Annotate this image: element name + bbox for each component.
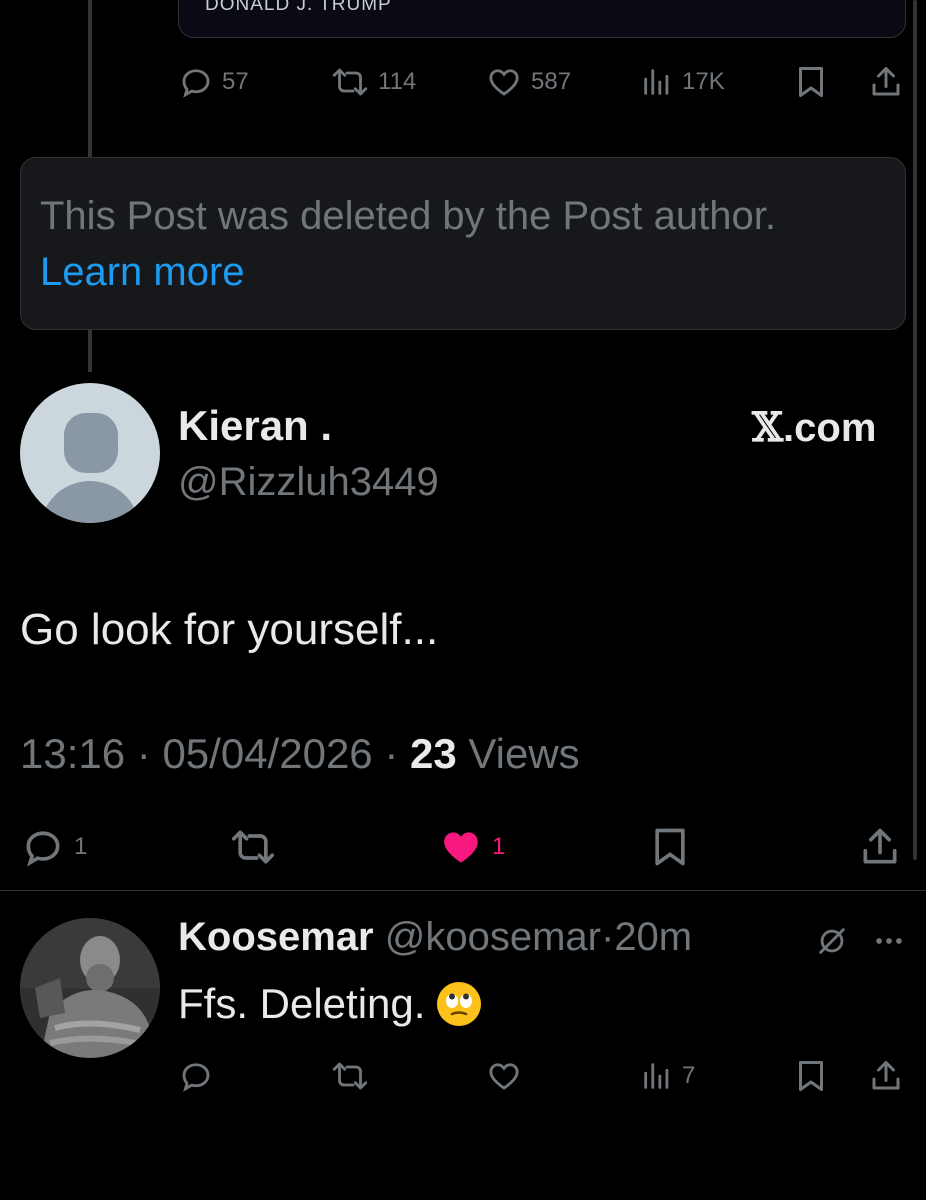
share-action[interactable] <box>858 825 902 869</box>
bookmark-action[interactable] <box>795 1058 827 1094</box>
like-action[interactable]: 587 <box>485 64 571 100</box>
heart-filled-icon <box>444 832 478 863</box>
repost-icon <box>231 830 275 864</box>
bookmark-action[interactable] <box>650 825 690 869</box>
reply-count: 1 <box>74 833 88 860</box>
share-icon <box>872 67 900 96</box>
reply-action[interactable]: 1 <box>20 825 87 869</box>
scrollbar[interactable] <box>913 0 917 860</box>
grok-icon[interactable] <box>815 924 849 963</box>
user-handle[interactable]: @Rizzluh3449 <box>178 460 439 505</box>
reply-text: Ffs. Deleting. <box>178 980 426 1027</box>
reply-header: Koosemar @koosemar·20m <box>178 915 692 960</box>
reply-icon <box>182 1063 210 1092</box>
default-avatar-body <box>40 481 140 523</box>
x-logo-icon: 𝕏 <box>752 404 784 451</box>
repost-action[interactable] <box>228 825 278 869</box>
thread-line-bottom <box>88 328 92 372</box>
reply-text-line: Ffs. Deleting. <box>178 980 482 1028</box>
bookmark-icon <box>655 828 685 866</box>
profile-photo <box>20 918 160 1058</box>
heart-icon <box>489 69 519 96</box>
default-avatar-head <box>64 413 118 473</box>
reply-icon <box>182 69 210 98</box>
post-metadata: 13:16 · 05/04/2026 · 23 Views <box>20 730 580 778</box>
like-count: 1 <box>492 833 506 860</box>
more-options-icon[interactable] <box>872 924 906 963</box>
separator: · <box>600 915 615 959</box>
avatar[interactable] <box>20 383 160 523</box>
reply-action[interactable]: 57 <box>178 64 249 100</box>
views-icon <box>644 1063 669 1089</box>
repost-icon <box>332 1062 368 1090</box>
reply-count: 57 <box>222 68 249 95</box>
x-com-watermark: 𝕏.com <box>752 404 876 451</box>
views-action[interactable]: 17K <box>640 64 725 100</box>
avatar[interactable] <box>20 918 160 1058</box>
deleted-post-notice: This Post was deleted by the Post author… <box>20 157 906 330</box>
reply-action[interactable] <box>178 1058 214 1094</box>
heart-icon <box>489 1063 519 1090</box>
views-icon <box>644 69 669 95</box>
share-action[interactable] <box>868 64 904 100</box>
views-action[interactable]: 7 <box>640 1058 695 1094</box>
deleted-notice-text: This Post was deleted by the Post author… <box>40 194 776 238</box>
repost-icon <box>332 68 368 96</box>
reply-time[interactable]: 20m <box>614 915 692 959</box>
post-time[interactable]: 13:16 <box>20 730 125 777</box>
like-action[interactable] <box>485 1058 523 1094</box>
views-label: Views <box>468 730 580 777</box>
bookmark-action[interactable] <box>795 64 827 100</box>
repost-count: 114 <box>378 68 417 95</box>
display-name[interactable]: Kieran . <box>178 402 332 450</box>
like-count: 587 <box>531 68 572 95</box>
reply-display-name[interactable]: Koosemar <box>178 915 374 959</box>
bookmark-icon <box>799 1061 823 1091</box>
post-text: Go look for yourself... <box>20 605 439 654</box>
quoted-post-author: DONALD J. TRUMP <box>205 0 392 15</box>
share-icon <box>863 828 897 864</box>
views-count: 17K <box>682 68 725 95</box>
views-count: 23 <box>410 730 457 777</box>
reply-handle[interactable]: @koosemar <box>385 915 601 959</box>
bookmark-icon <box>799 67 823 97</box>
separator: · <box>136 730 151 777</box>
share-icon <box>872 1061 900 1090</box>
thread-line-top <box>88 0 92 157</box>
post-date[interactable]: 05/04/2026 <box>162 730 372 777</box>
learn-more-link[interactable]: Learn more <box>40 244 245 300</box>
watermark-text: .com <box>783 406 877 450</box>
repost-action[interactable]: 114 <box>330 64 416 100</box>
views-count: 7 <box>682 1062 696 1089</box>
reply-icon <box>26 831 60 867</box>
separator: · <box>384 730 399 777</box>
share-action[interactable] <box>868 1058 904 1094</box>
rolling-eyes-emoji-icon <box>437 982 482 1026</box>
repost-action[interactable] <box>330 1058 370 1094</box>
divider <box>0 890 926 891</box>
quoted-post-card[interactable]: DONALD J. TRUMP <box>178 0 906 38</box>
like-action[interactable]: 1 <box>438 825 505 869</box>
